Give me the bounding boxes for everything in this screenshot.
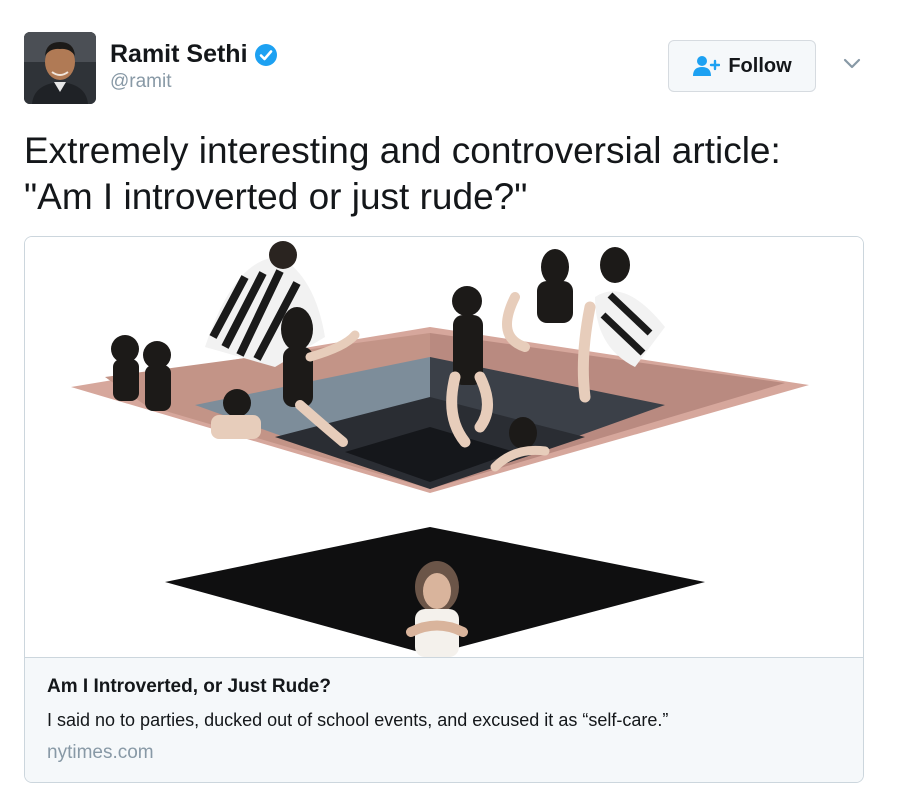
pool-illustration bbox=[71, 241, 809, 657]
verified-badge-icon bbox=[254, 43, 277, 66]
link-card[interactable]: Am I Introverted, or Just Rude? I said n… bbox=[24, 236, 864, 783]
author-handle[interactable]: @ramit bbox=[110, 71, 172, 93]
card-body[interactable]: Am I Introverted, or Just Rude? I said n… bbox=[25, 657, 863, 782]
card-title[interactable]: Am I Introverted, or Just Rude? bbox=[47, 676, 331, 698]
avatar-image bbox=[24, 32, 96, 104]
tweet-text: Extremely interesting and controversial … bbox=[24, 130, 781, 217]
author-avatar[interactable] bbox=[24, 32, 96, 104]
author-name[interactable]: Ramit Sethi bbox=[110, 40, 248, 69]
card-image[interactable] bbox=[25, 237, 863, 657]
card-domain: nytimes.com bbox=[47, 742, 154, 763]
follow-label: Follow bbox=[728, 54, 792, 77]
chevron-down-icon[interactable] bbox=[842, 56, 862, 70]
add-user-icon bbox=[693, 56, 721, 76]
follow-button[interactable]: Follow bbox=[668, 40, 816, 92]
author-name-row[interactable]: Ramit Sethi bbox=[110, 40, 278, 69]
tweet: Ramit Sethi @ramit Follow Extremely inte… bbox=[0, 0, 898, 804]
card-description: I said no to parties, ducked out of scho… bbox=[47, 710, 669, 730]
